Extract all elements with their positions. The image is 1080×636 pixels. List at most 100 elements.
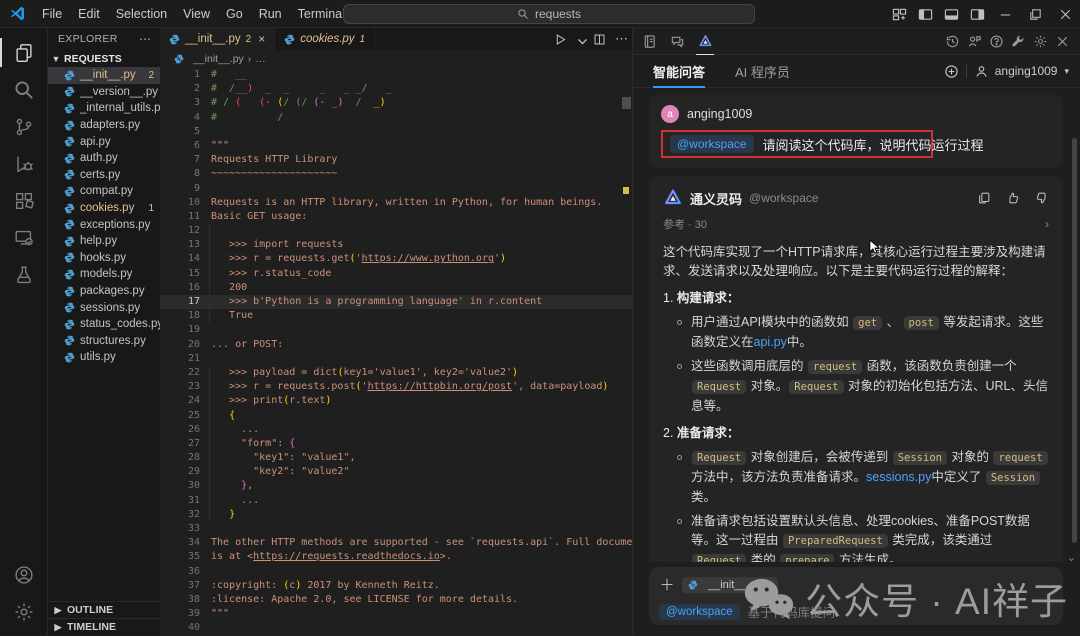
add-context-button[interactable]: ＋ bbox=[659, 574, 675, 595]
file-item-structures.py[interactable]: structures.py bbox=[48, 333, 160, 350]
menu-file[interactable]: File bbox=[34, 4, 70, 24]
tab-close-icon[interactable]: × bbox=[258, 32, 265, 46]
python-icon bbox=[64, 335, 75, 346]
file-item-models.py[interactable]: models.py bbox=[48, 266, 160, 283]
editor-scrollbar[interactable] bbox=[620, 67, 632, 636]
toggle-sidebar-icon[interactable] bbox=[912, 0, 938, 28]
menu-view[interactable]: View bbox=[175, 4, 218, 24]
lingma-view-icon[interactable] bbox=[693, 28, 717, 55]
thumbs-down-icon[interactable] bbox=[1035, 191, 1049, 205]
file-item-cookies.py[interactable]: cookies.py 1 bbox=[48, 200, 160, 217]
menu-run[interactable]: Run bbox=[251, 4, 290, 24]
code-line-28: 28 "key1": "value1", bbox=[160, 451, 632, 466]
file-item-__init__.py[interactable]: __init__.py 2 bbox=[48, 67, 160, 84]
extensions-icon[interactable] bbox=[0, 182, 48, 219]
tab-smart-qa[interactable]: 智能问答 bbox=[653, 55, 706, 88]
thumbs-up-icon[interactable] bbox=[1006, 191, 1020, 205]
menu-edit[interactable]: Edit bbox=[70, 4, 108, 24]
help-icon[interactable] bbox=[985, 28, 1007, 55]
file-item-packages.py[interactable]: packages.py bbox=[48, 283, 160, 300]
code-line-37: 37:copyright: (c) 2017 by Kenneth Reitz. bbox=[187, 579, 440, 591]
scroll-down-icon[interactable]: ⌄ bbox=[1067, 551, 1076, 564]
toggle-panel-icon[interactable] bbox=[938, 0, 964, 28]
file-link[interactable]: api.py bbox=[754, 335, 787, 349]
title-bar: FileEditSelectionViewGoRunTerminalHelp r… bbox=[0, 0, 1080, 28]
editor-more-icon[interactable]: ⋯ bbox=[615, 31, 628, 47]
comments-view-icon[interactable] bbox=[665, 28, 689, 55]
workspace-section[interactable]: ▼ REQUESTS bbox=[48, 50, 160, 67]
wrench-icon[interactable] bbox=[1007, 28, 1029, 55]
python-icon bbox=[64, 352, 75, 363]
remote-explorer-icon[interactable] bbox=[0, 219, 48, 256]
feedback-icon[interactable] bbox=[963, 28, 985, 55]
source-control-icon[interactable] bbox=[0, 108, 48, 145]
split-editor-icon[interactable] bbox=[593, 33, 606, 46]
timeline-section[interactable]: ▶ TIMELINE bbox=[48, 618, 160, 635]
python-icon bbox=[64, 70, 75, 81]
file-item-api.py[interactable]: api.py bbox=[48, 133, 160, 150]
tab-cookies-py[interactable]: cookies.py 1 bbox=[275, 28, 376, 50]
outline-section[interactable]: ▶ OUTLINE bbox=[48, 601, 160, 618]
answer-bullet: 准备请求包括设置默认头信息、处理cookies、准备POST数据等。这一过程由 … bbox=[677, 512, 1049, 562]
toggle-secondary-sidebar-icon[interactable] bbox=[964, 0, 990, 28]
file-item-adapters.py[interactable]: adapters.py bbox=[48, 117, 160, 134]
file-link[interactable]: sessions.py bbox=[866, 470, 931, 484]
testing-icon[interactable] bbox=[0, 256, 48, 293]
menu-go[interactable]: Go bbox=[218, 4, 251, 24]
run-debug-icon[interactable] bbox=[0, 145, 48, 182]
chevron-right-icon: › bbox=[1045, 217, 1049, 231]
chat-messages[interactable]: a anging1009 @workspace 请阅读这个代码库，说明代码运行过… bbox=[633, 89, 1080, 562]
breadcrumb[interactable]: __init__.py › … bbox=[160, 50, 632, 67]
history-icon[interactable] bbox=[941, 28, 963, 55]
menu-selection[interactable]: Selection bbox=[108, 4, 175, 24]
scrollbar-thumb[interactable] bbox=[622, 97, 631, 109]
new-chat-icon[interactable] bbox=[944, 64, 959, 79]
chat-scrollbar[interactable] bbox=[1072, 138, 1077, 543]
account-icon[interactable] bbox=[0, 556, 48, 593]
bullet-icon bbox=[677, 455, 682, 460]
panel-close-icon[interactable] bbox=[1051, 28, 1073, 55]
explorer-more-icon[interactable]: ⋯ bbox=[139, 32, 152, 46]
file-item-auth.py[interactable]: auth.py bbox=[48, 150, 160, 167]
search-view-icon[interactable] bbox=[0, 71, 48, 108]
minimize-button[interactable] bbox=[990, 0, 1020, 28]
copy-icon[interactable] bbox=[977, 191, 991, 205]
reference-row[interactable]: 参考 · 30 › bbox=[663, 216, 1049, 232]
file-item-compat.py[interactable]: compat.py bbox=[48, 183, 160, 200]
customize-layout-icon[interactable] bbox=[886, 0, 912, 28]
code-line-24: 24 >>> print(r.text) bbox=[160, 394, 632, 409]
code-lines[interactable]: 1 # __ 2 # /__) _ _ _ _ _/ _ 3 # / ( (- (/ (/… bbox=[160, 67, 632, 636]
close-button[interactable] bbox=[1050, 0, 1080, 28]
code-line-29: 29 "key2": "value2" bbox=[160, 465, 632, 480]
panel-settings-icon[interactable] bbox=[1029, 28, 1051, 55]
code-line-2: 2 # /__) _ _ _ _ _/ _ bbox=[193, 83, 392, 95]
file-item-certs.py[interactable]: certs.py bbox=[48, 167, 160, 184]
tab-init-py[interactable]: __init__.py 2 × bbox=[160, 28, 276, 50]
tab-ai-programmer[interactable]: AI 程序员 bbox=[735, 55, 790, 88]
code-line-21: 21 bbox=[187, 352, 200, 364]
settings-gear-icon[interactable] bbox=[0, 593, 48, 630]
file-item-exceptions.py[interactable]: exceptions.py bbox=[48, 216, 160, 233]
file-item-sessions.py[interactable]: sessions.py bbox=[48, 299, 160, 316]
menu-bar: FileEditSelectionViewGoRunTerminalHelp bbox=[34, 4, 395, 24]
file-item-__version__.py[interactable]: __version__.py bbox=[48, 84, 160, 101]
explorer-icon[interactable] bbox=[0, 34, 48, 71]
restore-button[interactable] bbox=[1020, 0, 1050, 28]
code-line-3: 3 # / ( (- (/ (/ (- _) / _) bbox=[193, 97, 386, 109]
notebook-view-icon[interactable] bbox=[637, 28, 661, 55]
python-icon bbox=[64, 136, 75, 147]
person-icon bbox=[974, 64, 988, 78]
file-item-utils.py[interactable]: utils.py bbox=[48, 349, 160, 366]
caret-down-icon[interactable]: ▾ bbox=[1064, 66, 1069, 77]
code-line-16: 16 200 bbox=[160, 280, 632, 296]
account-name[interactable]: anging1009 bbox=[995, 64, 1058, 78]
run-dropdown-icon[interactable] bbox=[576, 35, 588, 45]
file-item-status_codes.py[interactable]: status_codes.py bbox=[48, 316, 160, 333]
command-center-search[interactable]: requests bbox=[343, 4, 755, 24]
run-python-icon[interactable] bbox=[554, 33, 567, 46]
code-line-18: 18 True bbox=[160, 309, 632, 324]
file-item-_internal_utils.py[interactable]: _internal_utils.py bbox=[48, 100, 160, 117]
file-item-help.py[interactable]: help.py bbox=[48, 233, 160, 250]
file-item-hooks.py[interactable]: hooks.py bbox=[48, 250, 160, 267]
code-line-27: 27 "form": { bbox=[160, 436, 632, 452]
